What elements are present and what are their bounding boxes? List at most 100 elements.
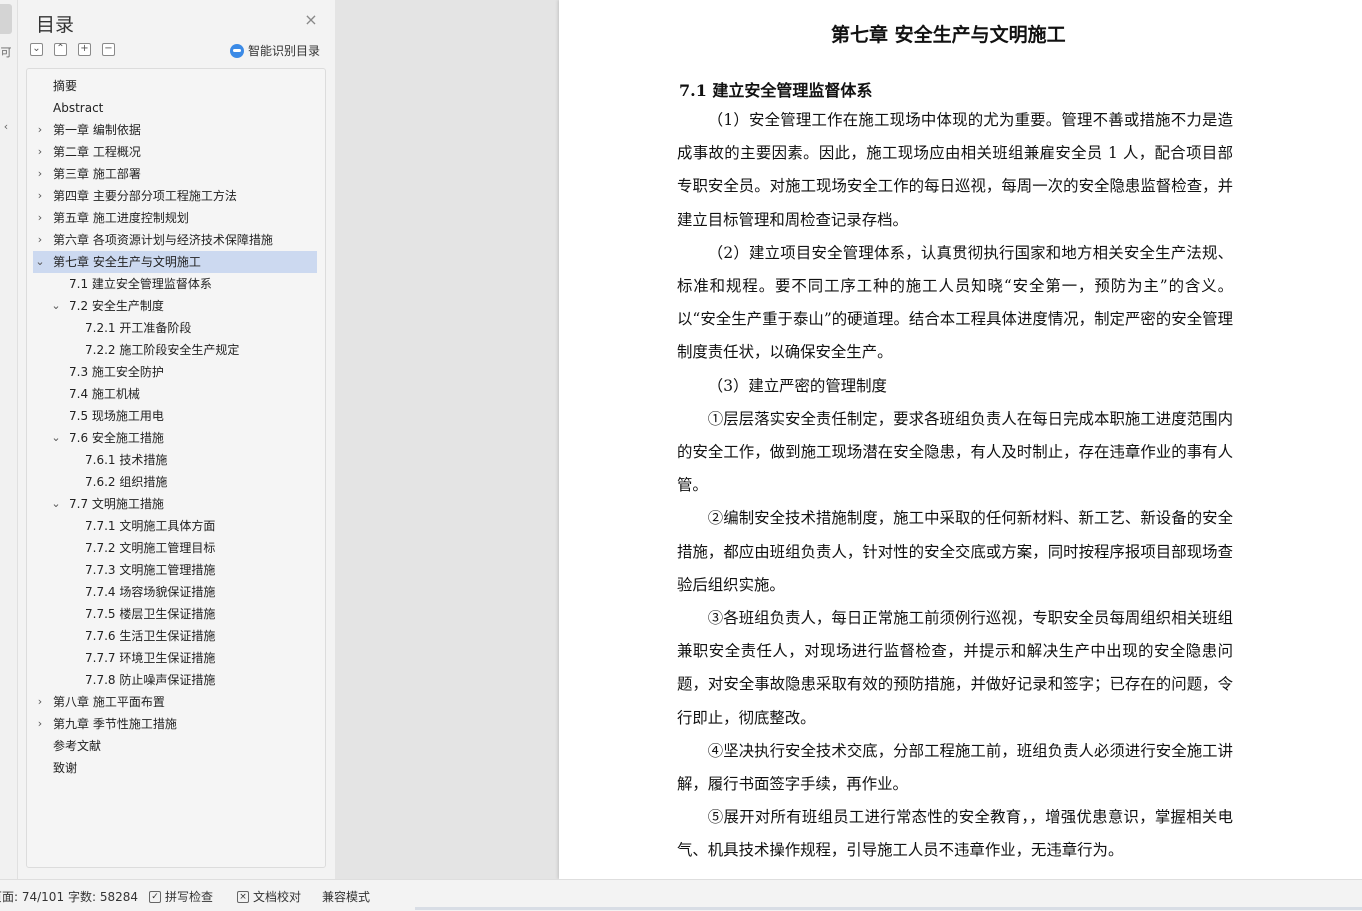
toc-list: 摘要 Abstract › 第一章 编制依据 › 第二章 工程概况 › 第三章 施工部署 › 第四…: [26, 68, 326, 868]
page-indicator[interactable]: 页面: 74/101: [0, 888, 64, 905]
chevron-down-icon[interactable]: ⌄: [51, 493, 61, 515]
toc-item[interactable]: 7.7.8 防止噪声保证措施: [33, 669, 317, 691]
toc-item[interactable]: 7.7.4 场容场貌保证措施: [33, 581, 317, 603]
toc-item-label: 第八章 施工平面布置: [53, 695, 165, 709]
toc-item-label: 7.5 现场施工用电: [69, 409, 164, 423]
toc-item-label: 7.7.4 场容场貌保证措施: [85, 585, 216, 599]
paragraph: ⑤展开对所有班组员工进行常态性的安全教育，，增强优患意识，掌握相关电气、机具技术…: [677, 808, 1233, 860]
toc-item[interactable]: 7.7.3 文明施工管理措施: [33, 559, 317, 581]
chevron-right-icon[interactable]: ›: [35, 207, 45, 229]
toc-item[interactable]: 7.7.6 生活卫生保证措施: [33, 625, 317, 647]
toc-item-label: 第七章 安全生产与文明施工: [53, 255, 201, 269]
toc-item[interactable]: 7.7.1 文明施工具体方面: [33, 515, 317, 537]
left-strip-glyph: 可: [0, 46, 12, 59]
toc-item[interactable]: 7.4 施工机械: [33, 383, 317, 405]
toc-item-label: 7.6 安全施工措施: [69, 431, 164, 445]
toc-item[interactable]: › 第四章 主要分部分项工程施工方法: [33, 185, 317, 207]
chevron-right-icon[interactable]: ›: [35, 229, 45, 251]
toc-item[interactable]: 7.1 建立安全管理监督体系: [33, 273, 317, 295]
chevron-down-icon[interactable]: ⌄: [51, 295, 61, 317]
toc-item-label: 7.6.1 技术措施: [85, 453, 168, 467]
toc-item-label: 7.1 建立安全管理监督体系: [69, 277, 212, 291]
toc-item[interactable]: 7.7.7 环境卫生保证措施: [33, 647, 317, 669]
chevron-right-icon[interactable]: ›: [35, 163, 45, 185]
doc-proof-button[interactable]: × 文档校对: [237, 888, 301, 905]
toc-item-label: 第一章 编制依据: [53, 123, 141, 137]
expand-up-icon[interactable]: ⌃: [54, 43, 67, 56]
toc-item[interactable]: › 第一章 编制依据: [33, 119, 317, 141]
toc-item-label: 第三章 施工部署: [53, 167, 141, 181]
toc-item[interactable]: 7.7.2 文明施工管理目标: [33, 537, 317, 559]
toc-item-label: 7.7 文明施工措施: [69, 497, 164, 511]
toc-item-label: Abstract: [53, 101, 104, 115]
toc-item[interactable]: 7.6.1 技术措施: [33, 449, 317, 471]
toc-item[interactable]: › 第二章 工程概况: [33, 141, 317, 163]
toc-item[interactable]: 7.7.5 楼层卫生保证措施: [33, 603, 317, 625]
toc-item[interactable]: 7.3 施工安全防护: [33, 361, 317, 383]
left-strip-active-tab[interactable]: [0, 4, 12, 34]
toc-item-label: 7.7.6 生活卫生保证措施: [85, 629, 216, 643]
paragraph: ②编制安全技术措施制度，施工中采取的任何新材料、新工艺、新设备的安全措施，都应由…: [677, 509, 1233, 594]
toc-item[interactable]: › 第九章 季节性施工措施: [33, 713, 317, 735]
toc-item[interactable]: 7.6.2 组织措施: [33, 471, 317, 493]
toc-item-label: 第九章 季节性施工措施: [53, 717, 177, 731]
toc-item-label: 第二章 工程概况: [53, 145, 141, 159]
toc-item[interactable]: 7.2.1 开工准备阶段: [33, 317, 317, 339]
chapter-title: 第七章 安全生产与文明施工: [831, 24, 1066, 46]
compat-mode-label[interactable]: 兼容模式: [322, 888, 370, 905]
left-strip-glyph: ‹: [3, 120, 9, 133]
toc-item-label: 7.7.3 文明施工管理措施: [85, 563, 216, 577]
toc-item[interactable]: › 第八章 施工平面布置: [33, 691, 317, 713]
spell-check-button[interactable]: ✓ 拼写检查: [149, 888, 213, 905]
toc-item[interactable]: 致谢: [33, 757, 317, 779]
toc-panel: 目录 × ⌄ ⌃ + − 智能识别目录 摘要 Abstract › 第一章 编制依据 ›…: [18, 0, 335, 879]
doc-proof-icon: ×: [237, 890, 249, 903]
toc-item[interactable]: ⌄ 第七章 安全生产与文明施工: [33, 251, 317, 273]
toc-item-label: 7.7.2 文明施工管理目标: [85, 541, 216, 555]
toc-item[interactable]: ⌄ 7.7 文明施工措施: [33, 493, 317, 515]
body-text: （1）安全管理工作在施工现场中体现的尤为重要。管理不善或措施不力是造成事故的主要…: [677, 104, 1233, 868]
chevron-down-icon[interactable]: ⌄: [51, 427, 61, 449]
section-title: 7.1 建立安全管理监督体系: [679, 81, 873, 100]
chevron-right-icon[interactable]: ›: [35, 691, 45, 713]
toc-item-label: 致谢: [53, 761, 78, 775]
chevron-right-icon[interactable]: ›: [35, 185, 45, 207]
horizontal-scrollbar[interactable]: [415, 907, 1362, 910]
chevron-right-icon[interactable]: ›: [35, 119, 45, 141]
toc-title: 目录: [36, 14, 75, 36]
chevron-right-icon[interactable]: ›: [35, 713, 45, 735]
toc-item[interactable]: ⌄ 7.2 安全生产制度: [33, 295, 317, 317]
paragraph: （3）建立严密的管理制度: [707, 376, 887, 395]
toc-item-label: 摘要: [53, 79, 78, 93]
document-area: 第七章 安全生产与文明施工 7.1 建立安全管理监督体系 （1）安全管理工作在施…: [335, 0, 1362, 879]
toc-item[interactable]: ⌄ 7.6 安全施工措施: [33, 427, 317, 449]
toc-item-label: 7.4 施工机械: [69, 387, 140, 401]
toc-item[interactable]: 参考文献: [33, 735, 317, 757]
chevron-down-icon[interactable]: ⌄: [35, 251, 45, 273]
paragraph: ③各班组负责人，每日正常施工前须例行巡视，专职安全员每周组织相关班组兼职安全责任…: [677, 609, 1233, 727]
toc-item[interactable]: 7.5 现场施工用电: [33, 405, 317, 427]
remove-heading-icon[interactable]: −: [102, 43, 115, 56]
toc-item[interactable]: › 第五章 施工进度控制规划: [33, 207, 317, 229]
toc-item[interactable]: › 第六章 各项资源计划与经济技术保障措施: [33, 229, 317, 251]
toc-item-label: 第五章 施工进度控制规划: [53, 211, 189, 225]
toc-item-label: 第六章 各项资源计划与经济技术保障措施: [53, 233, 273, 247]
spell-check-icon: ✓: [149, 890, 161, 903]
spell-check-label: 拼写检查: [165, 890, 214, 904]
smart-toc-button[interactable]: 智能识别目录: [230, 42, 320, 59]
collapse-all-icon[interactable]: ⌄: [30, 43, 43, 56]
paragraph: （1）安全管理工作在施工现场中体现的尤为重要。管理不善或措施不力是造成事故的主要…: [677, 111, 1233, 229]
toc-item-label: 第四章 主要分部分项工程施工方法: [53, 189, 237, 203]
close-icon[interactable]: ×: [303, 12, 319, 28]
toc-item[interactable]: 7.2.2 施工阶段安全生产规定: [33, 339, 317, 361]
toc-item[interactable]: › 第三章 施工部署: [33, 163, 317, 185]
word-count[interactable]: 字数: 58284: [68, 888, 138, 905]
add-heading-icon[interactable]: +: [78, 43, 91, 56]
paragraph: ①层层落实安全责任制定，要求各班组负责人在每日完成本职施工进度范围内的安全工作，…: [677, 409, 1233, 495]
paragraph: （2）建立项目安全管理体系，认真贯彻执行国家和地方相关安全生产法规、标准和规程。…: [677, 243, 1233, 362]
chevron-right-icon[interactable]: ›: [35, 141, 45, 163]
toc-item-label: 7.2.1 开工准备阶段: [85, 321, 192, 335]
toc-item[interactable]: 摘要: [33, 75, 317, 97]
toc-item[interactable]: Abstract: [33, 97, 317, 119]
document-page[interactable]: 第七章 安全生产与文明施工 7.1 建立安全管理监督体系 （1）安全管理工作在施…: [559, 0, 1362, 879]
